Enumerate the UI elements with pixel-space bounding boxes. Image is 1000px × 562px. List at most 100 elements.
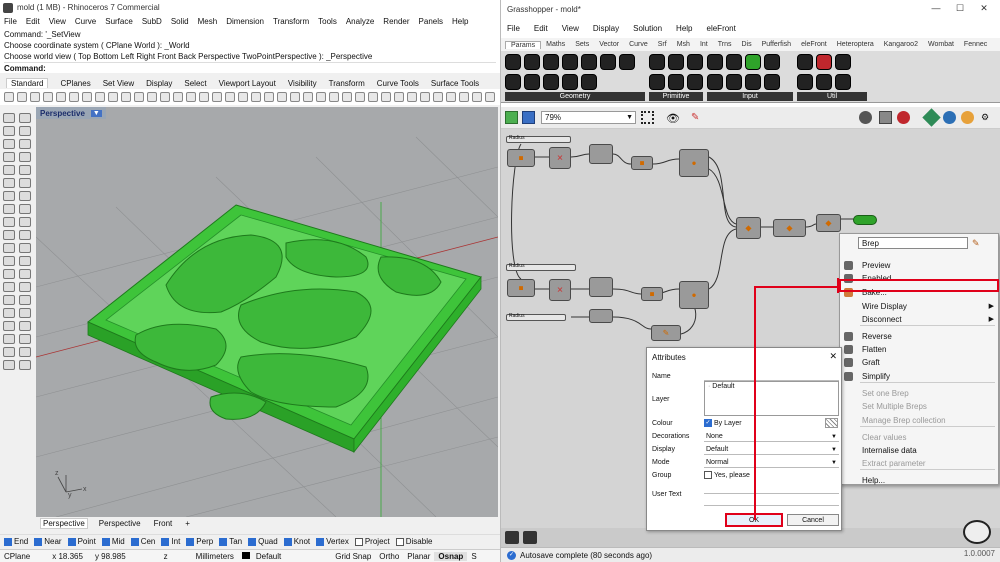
component-icon[interactable] xyxy=(835,54,851,70)
toolbar-tool-icon[interactable] xyxy=(95,92,105,102)
gh-menu-elefront[interactable]: eleFront xyxy=(707,24,736,33)
side-tool-icon[interactable] xyxy=(19,243,31,253)
gh-component[interactable] xyxy=(589,144,613,164)
tab-curve[interactable]: Curve xyxy=(624,41,653,48)
mode-select[interactable]: Normal ▼ xyxy=(704,458,839,468)
tab-cplanes[interactable]: CPlanes xyxy=(60,79,90,88)
tab-vector[interactable]: Vector xyxy=(594,41,624,48)
menu-help[interactable]: Help xyxy=(452,17,468,26)
osnap-cen[interactable]: Cen xyxy=(130,537,155,546)
viewport-menu-icon[interactable]: ▼ xyxy=(90,109,102,117)
shaded-preview-icon[interactable] xyxy=(897,111,910,124)
side-tool-icon[interactable] xyxy=(19,113,31,123)
gh-component[interactable] xyxy=(589,277,613,297)
gh-component[interactable]: ◆ xyxy=(816,214,841,232)
osnap-tan[interactable]: Tan xyxy=(219,537,242,546)
toolbar-tool-icon[interactable] xyxy=(108,92,118,102)
toolbar-tool-icon[interactable] xyxy=(485,92,495,102)
number-slider[interactable]: Radius xyxy=(506,313,566,321)
toolbar-tool-icon[interactable] xyxy=(264,92,274,102)
toolbar-tool-icon[interactable] xyxy=(121,92,131,102)
menu-item-extract-parameter[interactable]: Extract parameter xyxy=(840,457,998,470)
side-tool-icon[interactable] xyxy=(3,295,15,305)
side-tool-icon[interactable] xyxy=(19,217,31,227)
brep-param-component[interactable] xyxy=(853,215,877,225)
side-tool-icon[interactable] xyxy=(3,360,15,370)
layer-tree[interactable]: · Default xyxy=(704,381,839,416)
toolbar-tool-icon[interactable] xyxy=(199,92,209,102)
side-tool-icon[interactable] xyxy=(19,308,31,318)
user-text-key-input[interactable] xyxy=(704,484,839,494)
component-icon[interactable] xyxy=(562,54,578,70)
canvas-settings-icon[interactable]: ⚙ xyxy=(981,112,989,123)
menu-item-graft[interactable]: Graft xyxy=(840,356,998,369)
side-tool-icon[interactable] xyxy=(3,347,15,357)
tab-srf[interactable]: Srf xyxy=(653,41,672,48)
menu-item-preview[interactable]: Preview xyxy=(840,259,998,272)
toolbar-tool-icon[interactable] xyxy=(329,92,339,102)
user-text-value-input[interactable] xyxy=(704,496,839,506)
component-icon[interactable] xyxy=(505,54,521,70)
maximize-button[interactable]: ☐ xyxy=(948,3,972,14)
toolbar-tool-icon[interactable] xyxy=(316,92,326,102)
side-tool-icon[interactable] xyxy=(3,139,15,149)
menu-item-help[interactable]: Help... xyxy=(840,474,998,487)
gh-menu-edit[interactable]: Edit xyxy=(534,24,548,33)
toolbar-tool-icon[interactable] xyxy=(186,92,196,102)
open-file-icon[interactable] xyxy=(505,111,518,124)
display-select[interactable]: Default ▼ xyxy=(704,445,839,455)
tab-transform[interactable]: Transform xyxy=(329,79,365,88)
menu-item-wire-display[interactable]: Wire Display ▶ xyxy=(840,300,998,313)
toolbar-tool-icon[interactable] xyxy=(212,92,222,102)
side-tool-icon[interactable] xyxy=(3,165,15,175)
navigator-icon[interactable] xyxy=(505,531,519,544)
tab-kangaroo2[interactable]: Kangaroo2 xyxy=(879,41,923,48)
menu-item-clear-values[interactable]: Clear values xyxy=(840,431,998,444)
gh-component[interactable]: ✕ xyxy=(549,279,571,301)
toolbar-tool-icon[interactable] xyxy=(433,92,443,102)
menu-item-flatten[interactable]: Flatten xyxy=(840,343,998,356)
menu-item-manage-brep-collection[interactable]: Manage Brep collection xyxy=(840,414,998,427)
tab-curve-tools[interactable]: Curve Tools xyxy=(377,79,419,88)
tab-pufferfish[interactable]: Pufferfish xyxy=(757,41,796,48)
gh-component[interactable]: ● xyxy=(679,149,709,177)
tab-standard[interactable]: Standard xyxy=(6,78,49,88)
close-icon[interactable]: ✕ xyxy=(829,351,837,362)
toolbar-tool-icon[interactable] xyxy=(17,92,27,102)
side-tool-icon[interactable] xyxy=(19,204,31,214)
document-preview-icon[interactable] xyxy=(943,111,956,124)
tab-int[interactable]: Int xyxy=(695,41,713,48)
component-icon[interactable] xyxy=(524,73,540,90)
component-icon[interactable] xyxy=(668,73,684,90)
side-tool-icon[interactable] xyxy=(3,256,15,266)
menu-item-simplify[interactable]: Simplify xyxy=(840,370,998,383)
toolbar-tool-icon[interactable] xyxy=(277,92,287,102)
osnap-disable[interactable]: Disable xyxy=(395,537,432,546)
menu-subd[interactable]: SubD xyxy=(142,17,162,26)
toolbar-tool-icon[interactable] xyxy=(459,92,469,102)
component-icon[interactable] xyxy=(505,73,521,90)
component-icon[interactable] xyxy=(745,73,761,90)
tab-elefront[interactable]: eleFront xyxy=(796,41,832,48)
osnap-int[interactable]: Int xyxy=(161,537,180,546)
toolbar-tool-icon[interactable] xyxy=(160,92,170,102)
toolbar-tool-icon[interactable] xyxy=(420,92,430,102)
menu-item-set-multiple-breps[interactable]: Set Multiple Breps xyxy=(840,400,998,413)
side-tool-icon[interactable] xyxy=(19,321,31,331)
component-icon[interactable] xyxy=(726,73,742,90)
gh-menu-solution[interactable]: Solution xyxy=(633,24,662,33)
side-tool-icon[interactable] xyxy=(19,256,31,266)
viewport-title[interactable]: Perspective ▼ xyxy=(36,107,106,119)
tab-trns[interactable]: Trns xyxy=(713,41,737,48)
menu-item-enabled[interactable]: Enabled xyxy=(840,272,998,285)
side-tool-icon[interactable] xyxy=(3,178,15,188)
viewport-tab-perspective-2[interactable]: Perspective xyxy=(97,519,143,528)
selected-preview-icon[interactable] xyxy=(922,108,941,127)
toolbar-tool-icon[interactable] xyxy=(173,92,183,102)
tab-surface-tools[interactable]: Surface Tools xyxy=(431,79,479,88)
side-tool-icon[interactable] xyxy=(3,113,15,123)
side-tool-icon[interactable] xyxy=(3,204,15,214)
menu-solid[interactable]: Solid xyxy=(171,17,189,26)
component-icon[interactable] xyxy=(649,54,665,70)
ribbon-group-label[interactable]: Util xyxy=(797,92,867,101)
